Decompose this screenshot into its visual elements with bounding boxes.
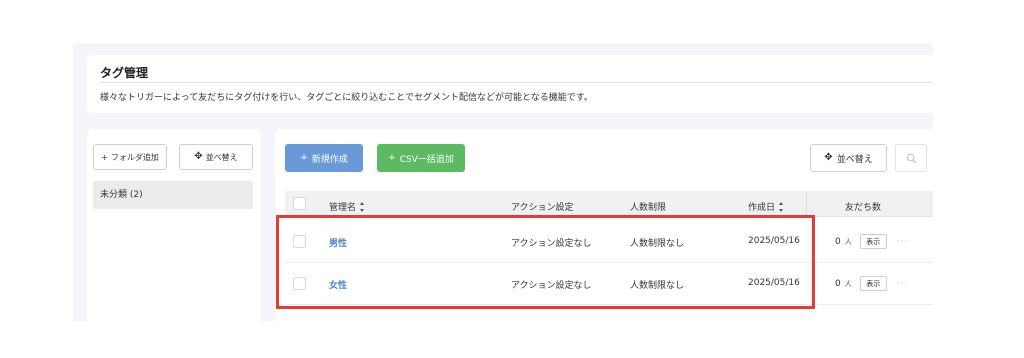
- column-name-label: 管理名: [329, 203, 357, 213]
- friend-count: 0 人 表示 ···: [835, 234, 908, 249]
- column-divider: [806, 191, 807, 216]
- page-description: 様々なトリガーによって友だちにタグ付けを行い、タグごとに絞り込むことでセグメント…: [100, 93, 593, 103]
- show-friends-button[interactable]: 表示: [859, 234, 887, 249]
- column-header-name[interactable]: 管理名: [329, 200, 366, 213]
- sort-icon: [778, 201, 785, 212]
- sort-folders-button[interactable]: ✥ 並べ替え: [179, 144, 253, 170]
- add-folder-label: フォルダ追加: [110, 152, 159, 162]
- column-header-friends: 友だち数: [845, 203, 882, 213]
- highlight-frame: [276, 215, 815, 309]
- sort-folders-label: 並べ替え: [205, 152, 238, 162]
- search-icon: [906, 153, 916, 163]
- show-friends-button[interactable]: 表示: [859, 276, 887, 291]
- table-header: 管理名 アクション設定 人数制限 作成日 友だち数: [285, 191, 933, 217]
- header-divider: [100, 82, 933, 83]
- new-tag-label: 新規作成: [311, 154, 348, 165]
- new-tag-button[interactable]: + 新規作成: [285, 144, 363, 172]
- column-created-label: 作成日: [748, 203, 776, 213]
- move-icon: ✥: [824, 152, 833, 163]
- folder-item-uncategorized[interactable]: 未分類 (2): [93, 181, 253, 209]
- plus-icon: +: [300, 153, 308, 163]
- friend-count-unit: 人: [844, 279, 852, 288]
- csv-bulk-add-label: CSV一括追加: [399, 154, 454, 165]
- friend-count-value: 0: [835, 236, 841, 247]
- sort-tags-button[interactable]: ✥ 並べ替え: [810, 144, 887, 172]
- plus-icon: +: [388, 153, 396, 163]
- friend-count: 0 人 表示 ···: [835, 276, 908, 291]
- more-options-icon[interactable]: ···: [897, 237, 909, 247]
- friend-count-unit: 人: [844, 237, 852, 246]
- column-header-limit: 人数制限: [630, 203, 667, 213]
- header-card: タグ管理 様々なトリガーによって友だちにタグ付けを行い、タグごとに絞り込むことで…: [87, 55, 933, 113]
- more-options-icon[interactable]: ···: [897, 279, 909, 289]
- page-title: タグ管理: [100, 66, 149, 80]
- sort-icon: [359, 201, 366, 212]
- folder-sidebar: + フォルダ追加 ✥ 並べ替え 未分類 (2): [87, 129, 261, 321]
- sort-tags-label: 並べ替え: [836, 154, 873, 165]
- search-button[interactable]: [895, 144, 927, 172]
- add-folder-button[interactable]: + フォルダ追加: [93, 144, 167, 170]
- select-all-checkbox[interactable]: [293, 197, 306, 210]
- move-icon: ✥: [194, 151, 203, 162]
- csv-bulk-add-button[interactable]: + CSV一括追加: [377, 144, 465, 172]
- column-header-action: アクション設定: [511, 203, 574, 213]
- plus-icon: +: [101, 152, 108, 162]
- column-header-created[interactable]: 作成日: [748, 200, 785, 213]
- friend-count-value: 0: [835, 278, 841, 289]
